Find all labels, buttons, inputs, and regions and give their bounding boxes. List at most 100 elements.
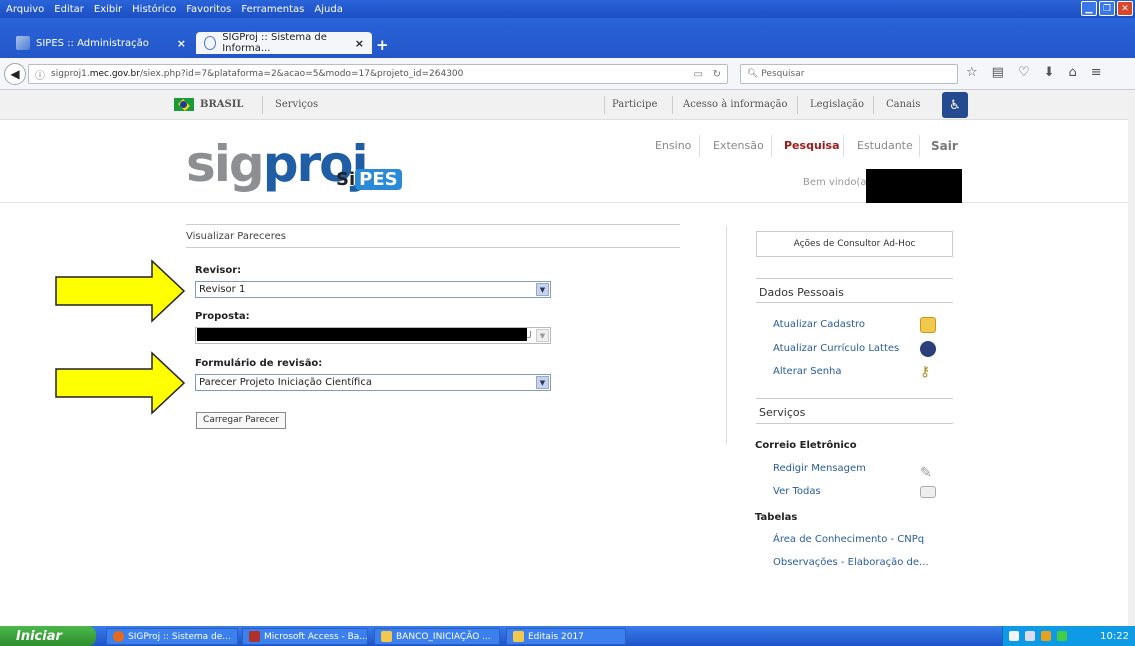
tab-sigproj[interactable]: SIGProj :: Sistema de Informa... ×	[196, 32, 372, 54]
observacoes-link[interactable]: Observações - Elaboração de...	[773, 557, 929, 568]
adhoc-actions-button[interactable]: Ações de Consultor Ad-Hoc	[756, 231, 953, 257]
volume-icon[interactable]	[1057, 631, 1067, 641]
hamburger-menu-icon[interactable]: ≡	[1091, 65, 1102, 80]
site-info-icon[interactable]: ⓘ	[35, 67, 45, 82]
proposta-label: Proposta:	[195, 311, 250, 322]
start-label: Iniciar	[16, 628, 62, 644]
key-icon: ⚷	[920, 364, 931, 380]
divider	[771, 135, 772, 157]
taskbar-item-folder[interactable]: BANCO_INICIAÇÃO ...	[374, 628, 500, 645]
menu-exibir[interactable]: Exibir	[94, 4, 122, 15]
reload-icon[interactable]: ↻	[713, 69, 721, 80]
nav-extensao[interactable]: Extensão	[713, 139, 764, 152]
new-tab-icon[interactable]: +	[376, 36, 389, 54]
update-icon[interactable]	[1041, 631, 1051, 641]
taskbar-item-firefox[interactable]: SIGProj :: Sistema de...	[106, 628, 238, 645]
gov-bar: BRASIL Serviços Participe Acesso à infor…	[0, 90, 1128, 120]
tab-close-icon[interactable]: ×	[355, 37, 364, 50]
divider	[186, 247, 680, 248]
system-tray: 10:22	[1002, 626, 1135, 646]
search-icon: 🔍︎	[747, 69, 762, 79]
ver-todas-link[interactable]: Ver Todas	[773, 486, 821, 497]
divider	[604, 96, 605, 114]
url-prefix: sigproj1.	[51, 69, 90, 79]
nav-estudante[interactable]: Estudante	[857, 139, 913, 152]
reader-view-icon[interactable]: ▭	[694, 69, 703, 80]
nav-pesquisa[interactable]: Pesquisa	[784, 139, 840, 152]
lattes-icon	[920, 341, 936, 357]
yellow-arrow-icon	[55, 259, 186, 323]
url-host: mec.gov.br	[89, 69, 140, 79]
atualizar-cadastro-link[interactable]: Atualizar Cadastro	[773, 319, 865, 330]
help-icon[interactable]	[1009, 631, 1019, 641]
taskbar-item-access[interactable]: Microsoft Access - Ba...	[242, 628, 368, 645]
correio-heading: Correio Eletrônico	[755, 440, 857, 451]
bookmarks-list-icon[interactable]: ▤	[992, 65, 1004, 80]
menu-ferramentas[interactable]: Ferramentas	[241, 4, 304, 15]
tab-label: SIGProj :: Sistema de Informa...	[222, 32, 327, 54]
chevron-down-icon: ▼	[536, 376, 549, 389]
back-arrow-icon[interactable]: ◀	[4, 63, 26, 85]
divider	[843, 135, 844, 157]
menu-arquivo[interactable]: Arquivo	[6, 4, 44, 15]
home-icon[interactable]: ⌂	[1069, 65, 1077, 80]
search-placeholder: Pesquisar	[761, 69, 805, 79]
atualizar-lattes-link[interactable]: Atualizar Currículo Lattes	[773, 343, 899, 354]
pocket-icon[interactable]: ♡	[1018, 65, 1030, 80]
nav-sair[interactable]: Sair	[931, 139, 958, 153]
compose-icon: ✎	[920, 465, 932, 481]
tab-sipes[interactable]: SIPES :: Administração ×	[8, 32, 194, 54]
url-path: /siex.php?id=7&plataforma=2&acao=5&modo=…	[139, 69, 464, 79]
revisor-select[interactable]: Revisor 1 ▼	[195, 281, 551, 298]
tray-icons	[1009, 631, 1067, 641]
sipes-favicon-icon	[16, 36, 30, 50]
browser-search-input[interactable]: 🔍︎ Pesquisar	[740, 64, 958, 84]
url-bar[interactable]: ⓘ sigproj1. mec.gov.br/siex.php?id=7&plat…	[28, 64, 728, 84]
divider	[672, 96, 673, 114]
gov-participe-link[interactable]: Participe	[612, 99, 657, 110]
divider	[873, 96, 874, 114]
menu-ajuda[interactable]: Ajuda	[314, 4, 342, 15]
taskbar-item-editais[interactable]: Editais 2017	[506, 628, 626, 645]
restore-icon[interactable]: ❐	[1099, 1, 1115, 16]
area-conhecimento-link[interactable]: Área de Conhecimento - CNPq	[773, 534, 924, 545]
nav-ensino[interactable]: Ensino	[655, 139, 691, 152]
folder-icon	[513, 631, 524, 642]
main-content: Visualizar Pareceres Revisor: Revisor 1 …	[0, 204, 1128, 624]
menu-editar[interactable]: Editar	[54, 4, 84, 15]
id-card-icon	[920, 317, 936, 333]
section-title: Visualizar Pareceres	[186, 231, 286, 242]
menu-historico[interactable]: Histórico	[132, 4, 176, 15]
alterar-senha-link[interactable]: Alterar Senha	[773, 366, 842, 377]
chevron-down-icon: ▼	[536, 283, 549, 296]
logo-sub-text: Si	[336, 169, 356, 190]
close-window-icon[interactable]: ✕	[1117, 1, 1133, 16]
bookmark-star-icon[interactable]: ☆	[966, 65, 978, 80]
network-icon[interactable]	[1025, 631, 1035, 641]
windows-taskbar: Iniciar SIGProj :: Sistema de... Microso…	[0, 626, 1135, 646]
formulario-select[interactable]: Parecer Projeto Iniciação Científica ▼	[195, 374, 551, 391]
gov-acesso-link[interactable]: Acesso à informação	[683, 99, 788, 110]
firefox-icon	[113, 631, 124, 642]
page-scrollbar[interactable]	[1128, 90, 1135, 626]
menu-favoritos[interactable]: Favoritos	[186, 4, 231, 15]
carregar-parecer-button[interactable]: Carregar Parecer	[196, 412, 286, 429]
download-icon[interactable]: ⬇	[1044, 65, 1055, 80]
gov-legislacao-link[interactable]: Legislação	[810, 99, 864, 110]
revisor-label: Revisor:	[195, 265, 242, 276]
gov-canais-link[interactable]: Canais	[886, 99, 920, 110]
access-icon	[249, 631, 260, 642]
accessibility-icon[interactable]: ♿︎	[942, 92, 968, 118]
formulario-value: Parecer Projeto Iniciação Científica	[199, 377, 372, 388]
taskbar-item-label: BANCO_INICIAÇÃO ...	[396, 631, 491, 642]
tab-close-icon[interactable]: ×	[177, 37, 186, 50]
sigproj-favicon-icon	[204, 36, 217, 50]
start-button[interactable]: Iniciar	[0, 626, 96, 646]
gov-servicos-link[interactable]: Serviços	[275, 99, 318, 110]
envelope-icon	[920, 486, 936, 498]
gov-brasil-link[interactable]: BRASIL	[200, 99, 243, 110]
minimize-icon[interactable]: ▁	[1081, 1, 1097, 16]
formulario-label: Formulário de revisão:	[195, 358, 323, 369]
yellow-arrow-icon	[55, 351, 186, 415]
redigir-mensagem-link[interactable]: Redigir Mensagem	[773, 463, 866, 474]
